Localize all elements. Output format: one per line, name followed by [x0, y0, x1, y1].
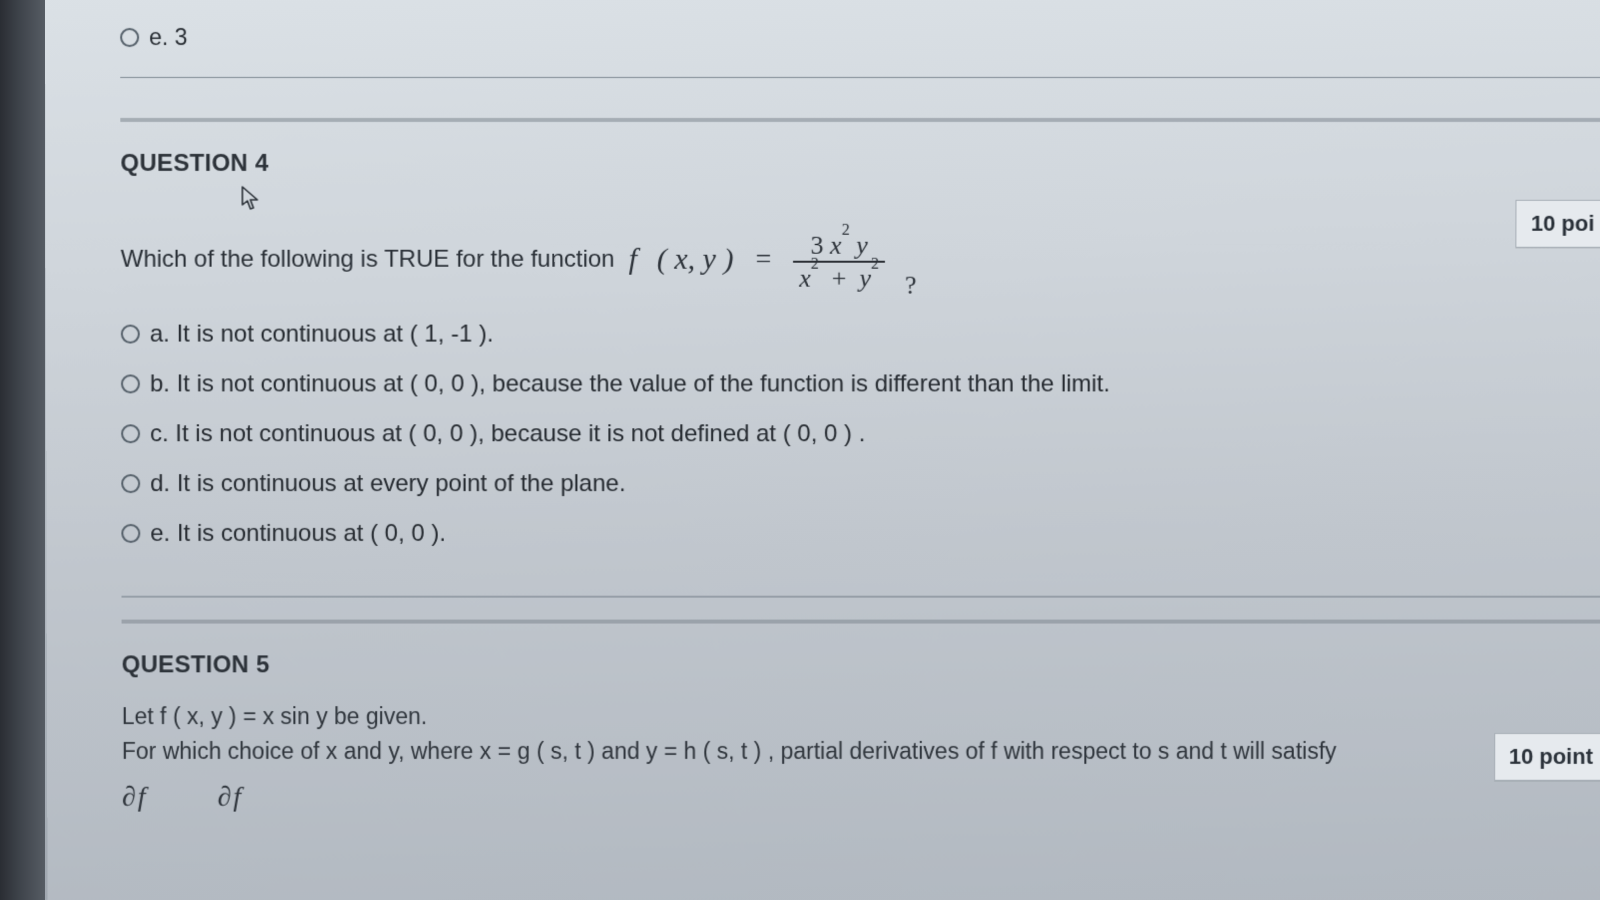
radio-icon[interactable] [120, 28, 139, 47]
mouse-cursor-icon [240, 186, 260, 212]
prompt-lead-text: Which of the following is TRUE for the f… [121, 246, 615, 274]
divider [121, 595, 1600, 597]
option-e[interactable]: e. It is continuous at ( 0, 0 ). [121, 512, 1600, 556]
question-4-title: QUESTION 4 [120, 150, 1600, 178]
func-args: ( x, y ) [657, 243, 734, 277]
question-separator [122, 619, 1600, 623]
question-5-title: QUESTION 5 [122, 651, 1600, 679]
option-label: a. It is not continuous at ( 1, -1 ). [150, 320, 494, 348]
partial-f-2: ∂f [217, 776, 243, 819]
option-label: c. It is not continuous at ( 0, 0 ), bec… [150, 420, 865, 448]
radio-icon[interactable] [121, 325, 140, 344]
func-name: f [629, 243, 643, 277]
option-c[interactable]: c. It is not continuous at ( 0, 0 ), bec… [121, 412, 1600, 456]
question-5-body: Let f ( x, y ) = x sin y be given. For w… [122, 699, 1600, 819]
points-badge-q5: 10 point [1494, 733, 1600, 781]
radio-icon[interactable] [121, 424, 140, 443]
points-text: 10 poi [1531, 211, 1595, 236]
fraction: 3 x2 y x2 + y2 [793, 232, 885, 292]
question-4-prompt: Which of the following is TRUE for the f… [121, 230, 1600, 290]
option-label: e. It is continuous at ( 0, 0 ). [150, 520, 446, 548]
points-text: 10 point [1509, 744, 1593, 769]
content-area: e. 3 QUESTION 4 Which of the following i… [45, 16, 1600, 819]
q5-line1: Let f ( x, y ) = x sin y be given. [122, 699, 1600, 734]
radio-icon[interactable] [121, 375, 140, 394]
radio-icon[interactable] [121, 524, 140, 543]
radio-icon[interactable] [121, 474, 140, 493]
option-label: b. It is not continuous at ( 0, 0 ), bec… [150, 370, 1110, 398]
question-4-options: a. It is not continuous at ( 1, -1 ). b.… [121, 312, 1600, 555]
q5-line2: For which choice of x and y, where x = g… [122, 734, 1600, 769]
equals-sign: = [747, 244, 779, 276]
option-d[interactable]: d. It is continuous at every point of th… [121, 462, 1600, 506]
prev-option-e[interactable]: e. 3 [120, 16, 1600, 59]
fraction-denominator: x2 + y2 [793, 261, 885, 292]
option-label: d. It is continuous at every point of th… [150, 470, 626, 498]
question-separator [120, 118, 1600, 122]
points-badge-q4: 10 poi [1516, 200, 1600, 248]
exam-sheet: e. 3 QUESTION 4 Which of the following i… [45, 0, 1600, 900]
option-label: e. 3 [149, 24, 187, 51]
divider [120, 77, 1600, 78]
partial-f-1: ∂f [122, 776, 148, 819]
question-mark: ? [905, 270, 917, 300]
option-a[interactable]: a. It is not continuous at ( 1, -1 ). [121, 312, 1600, 356]
photo-dark-edge [0, 0, 45, 900]
option-b[interactable]: b. It is not continuous at ( 0, 0 ), bec… [121, 362, 1600, 406]
